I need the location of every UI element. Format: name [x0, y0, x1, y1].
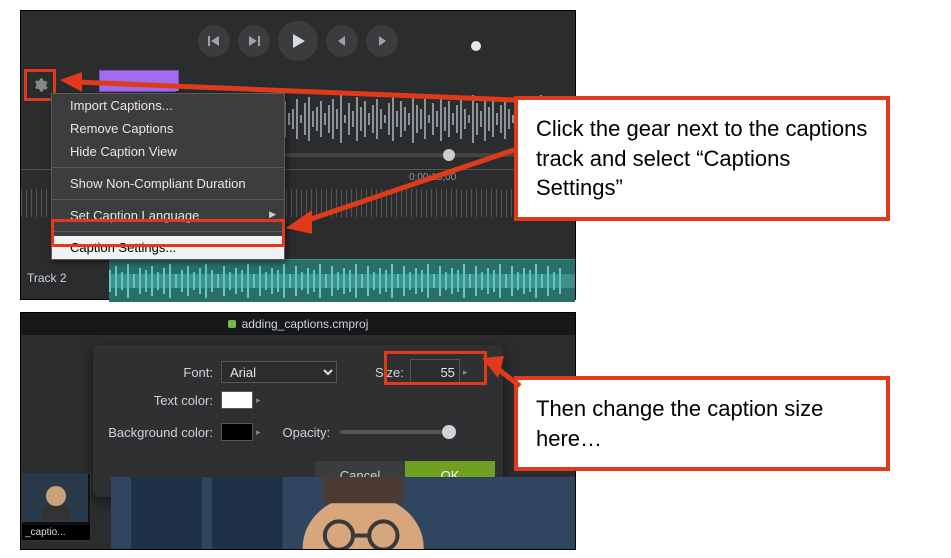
menu-import-captions[interactable]: Import Captions... — [52, 94, 284, 117]
annotation-text-1: Click the gear next to the captions trac… — [536, 116, 867, 200]
captions-clip[interactable] — [99, 70, 179, 92]
size-input[interactable] — [410, 359, 460, 385]
text-color-arrow[interactable]: ▸ — [256, 395, 261, 406]
text-color-swatch[interactable] — [221, 391, 253, 409]
thumbnail-image — [22, 474, 88, 522]
annotation-text-2: Then change the caption size here… — [536, 396, 823, 451]
prev-frame-button[interactable] — [198, 25, 230, 57]
gear-icon — [32, 77, 48, 93]
captions-context-menu: Import Captions... Remove Captions Hide … — [51, 93, 285, 260]
caption-settings-panel: adding_captions.cmproj Font: Arial Size:… — [20, 312, 576, 550]
track-label: Track 2 — [27, 271, 67, 285]
menu-separator — [52, 199, 284, 200]
media-clip[interactable] — [109, 259, 575, 302]
annotation-callout-1: Click the gear next to the captions trac… — [514, 96, 890, 221]
thumbnail-label: _captio... — [22, 525, 90, 540]
scrub-slider[interactable] — [471, 41, 561, 51]
menu-separator — [52, 231, 284, 232]
annotation-callout-2: Then change the caption size here… — [514, 376, 890, 471]
menu-show-noncompliant[interactable]: Show Non-Compliant Duration — [52, 172, 284, 195]
menu-separator — [52, 167, 284, 168]
project-file-icon — [228, 320, 236, 328]
bg-color-swatch[interactable] — [221, 423, 253, 441]
canvas-preview[interactable] — [111, 477, 575, 549]
next-frame-button[interactable] — [238, 25, 270, 57]
size-label: Size: — [375, 365, 404, 380]
timecode-label: 0:00:15;00 — [409, 172, 456, 183]
text-color-label: Text color: — [93, 393, 213, 408]
timeline-scroll-thumb[interactable] — [443, 149, 455, 161]
caption-settings-dialog: Font: Arial Size: ▸ Text color: ▸ Backgr… — [93, 345, 503, 497]
play-button[interactable] — [278, 21, 318, 61]
font-select[interactable]: Arial — [221, 361, 337, 383]
project-tab[interactable]: adding_captions.cmproj — [21, 313, 575, 335]
opacity-label: Opacity: — [283, 425, 331, 440]
media-bin-thumbnail[interactable]: _captio... — [21, 473, 91, 541]
clip-waveform — [109, 260, 575, 302]
menu-set-caption-language[interactable]: Set Caption Language — [52, 204, 284, 227]
opacity-slider[interactable] — [340, 430, 452, 434]
menu-caption-settings[interactable]: Caption Settings... — [52, 236, 284, 259]
preview-image — [111, 477, 575, 549]
bg-color-label: Background color: — [93, 425, 213, 440]
font-label: Font: — [93, 365, 213, 380]
next-marker-button[interactable] — [366, 25, 398, 57]
menu-hide-caption-view[interactable]: Hide Caption View — [52, 140, 284, 163]
project-name: adding_captions.cmproj — [242, 317, 369, 331]
bg-color-arrow[interactable]: ▸ — [256, 427, 261, 438]
timeline-editor-panel: 0:00:15;00 Track 2 Rec 7-15-2018 1 Impor… — [20, 10, 576, 300]
menu-remove-captions[interactable]: Remove Captions — [52, 117, 284, 140]
prev-marker-button[interactable] — [326, 25, 358, 57]
size-stepper-arrow[interactable]: ▸ — [463, 367, 468, 378]
opacity-thumb[interactable] — [442, 425, 456, 439]
